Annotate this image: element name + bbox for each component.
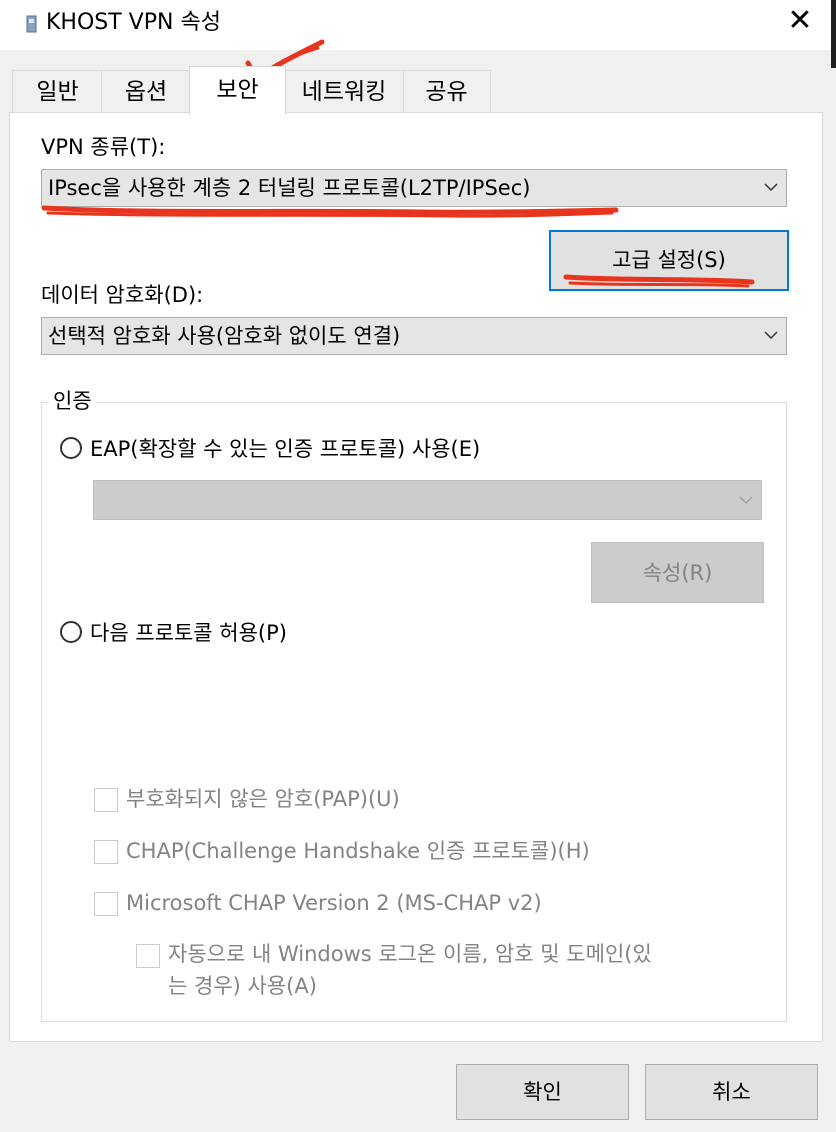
eap-radio[interactable] — [60, 437, 82, 459]
tab-security[interactable]: 보안 — [189, 66, 286, 115]
window-edge — [831, 0, 836, 68]
tab-general[interactable]: 일반 — [12, 70, 103, 113]
tab-sharing[interactable]: 공유 — [402, 70, 491, 113]
tab-options[interactable]: 옵션 — [101, 70, 191, 113]
vpn-type-value: IPsec을 사용한 계층 2 터널링 프로토콜(L2TP/IPSec) — [48, 176, 531, 200]
title-bar: KHOST VPN 속성 ✕ — [0, 0, 836, 50]
allow-protocols-radio[interactable] — [60, 621, 82, 643]
window-title: KHOST VPN 속성 — [46, 10, 221, 35]
chap-checkbox[interactable] — [94, 840, 118, 864]
properties-button[interactable]: 속성(R) — [591, 542, 764, 603]
encryption-select[interactable]: 선택적 암호화 사용(암호화 없이도 연결) — [41, 317, 787, 355]
auto-logon-checkbox[interactable] — [136, 944, 160, 968]
ok-button[interactable]: 확인 — [456, 1064, 629, 1120]
chap-label[interactable]: CHAP(Challenge Handshake 인증 프로토콜)(H) — [126, 837, 590, 865]
auto-logon-label-line2[interactable]: 는 경우) 사용(A) — [168, 972, 317, 1000]
chevron-down-icon — [739, 496, 753, 505]
allow-protocols-label[interactable]: 다음 프로토콜 허용(P) — [90, 619, 287, 647]
chevron-down-icon — [764, 183, 778, 192]
close-button[interactable]: ✕ — [776, 0, 824, 44]
advanced-settings-button[interactable]: 고급 설정(S) — [549, 230, 789, 291]
tab-networking[interactable]: 네트워킹 — [284, 70, 404, 113]
cancel-button[interactable]: 취소 — [645, 1064, 818, 1120]
eap-method-select[interactable] — [93, 480, 762, 520]
vpn-type-label: VPN 종류(T): — [41, 135, 166, 159]
encryption-label: 데이터 암호화(D): — [41, 283, 204, 307]
encryption-value: 선택적 암호화 사용(암호화 없이도 연결) — [48, 324, 401, 348]
authentication-legend: 인증 — [49, 387, 96, 415]
vpn-type-select[interactable]: IPsec을 사용한 계층 2 터널링 프로토콜(L2TP/IPSec) — [41, 169, 787, 207]
auto-logon-label-line1[interactable]: 자동으로 내 Windows 로그온 이름, 암호 및 도메인(있 — [168, 940, 652, 968]
mschapv2-label[interactable]: Microsoft CHAP Version 2 (MS-CHAP v2) — [126, 889, 542, 917]
chevron-down-icon — [764, 331, 778, 340]
pap-label[interactable]: 부호화되지 않은 암호(PAP)(U) — [126, 785, 400, 813]
mschapv2-checkbox[interactable] — [94, 892, 118, 916]
eap-radio-label[interactable]: EAP(확장할 수 있는 인증 프로토콜) 사용(E) — [90, 435, 480, 463]
vpn-connection-icon — [26, 15, 37, 33]
pap-checkbox[interactable] — [94, 788, 118, 812]
